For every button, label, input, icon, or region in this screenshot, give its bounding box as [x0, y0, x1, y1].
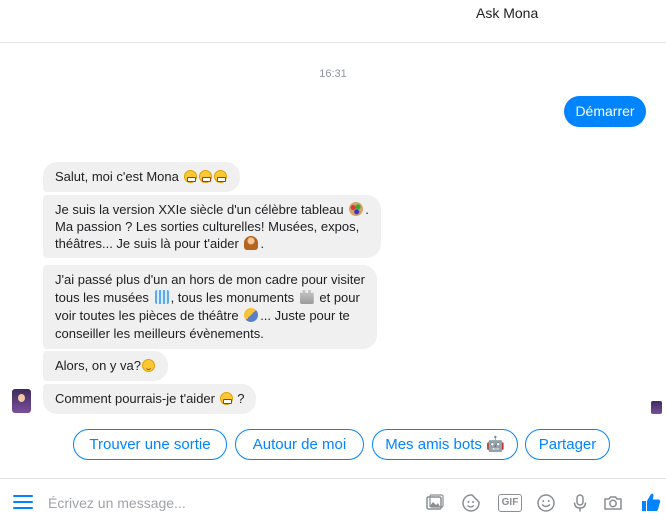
message-text: tous les musées — [55, 290, 149, 305]
chat-title: Ask Mona — [476, 5, 539, 21]
quick-reply-mes-amis-bots[interactable]: Mes amis bots 🤖 — [372, 429, 518, 460]
woman-raising-hand-emoji-icon — [244, 236, 259, 250]
wink-emoji-icon — [142, 359, 155, 372]
message-text: et pour — [319, 290, 360, 305]
grin-emoji-icon — [219, 392, 233, 405]
bot-message-lets-go: Alors, on y va? — [43, 351, 168, 381]
message-text: . — [260, 236, 265, 251]
sticker-icon[interactable] — [461, 493, 481, 513]
message-composer: GIF — [0, 478, 666, 524]
seen-indicator-avatar — [651, 401, 662, 414]
bot-message-question: Comment pourrais-je t'aider ? — [43, 384, 257, 414]
bot-message-story: J'ai passé plus d'un an hors de mon cadr… — [43, 265, 377, 349]
user-message-demarrer: Démarrer — [564, 96, 646, 127]
museum-emoji-icon — [154, 290, 169, 304]
message-timestamp: 16:31 — [319, 68, 347, 80]
message-input[interactable] — [48, 493, 348, 513]
message-text: Ma passion ? Les sorties culturelles! Mu… — [55, 219, 360, 234]
bot-message-greeting: Salut, moi c'est Mona — [43, 162, 240, 192]
quick-reply-autour-de-moi[interactable]: Autour de moi — [235, 429, 364, 460]
message-text: ? — [237, 391, 245, 406]
thumbs-up-icon[interactable] — [640, 491, 662, 513]
message-text: Je suis la version XXIe siècle d'un célè… — [55, 202, 344, 217]
image-icon[interactable] — [425, 493, 445, 513]
grin-emoji-icon — [183, 170, 197, 183]
message-text: voir toutes les pièces de théâtre — [55, 308, 239, 323]
palette-emoji-icon — [349, 202, 364, 216]
microphone-icon[interactable] — [570, 493, 590, 513]
message-text: , tous les monuments — [170, 290, 295, 305]
grin-emoji-icon — [213, 170, 227, 183]
message-text: Comment pourrais-je t'aider — [55, 391, 215, 406]
message-text: théâtres... Je suis là pour t'aider — [55, 236, 239, 251]
quick-reply-trouver-une-sortie[interactable]: Trouver une sortie — [73, 429, 227, 460]
bot-avatar — [12, 389, 31, 413]
quick-reply-partager[interactable]: Partager — [525, 429, 610, 460]
emoji-icon[interactable] — [536, 493, 556, 513]
theater-masks-emoji-icon — [244, 308, 259, 322]
message-text: ... Juste pour te — [260, 308, 350, 323]
camera-icon[interactable] — [603, 493, 623, 513]
chat-header: Ask Mona — [0, 0, 666, 43]
message-text: Salut, moi c'est Mona — [55, 169, 179, 184]
menu-icon[interactable] — [13, 495, 33, 509]
message-text: J'ai passé plus d'un an hors de mon cadr… — [55, 272, 365, 287]
bot-message-intro: Je suis la version XXIe siècle d'un célè… — [43, 195, 381, 258]
message-text: Alors, on y va? — [55, 358, 141, 373]
grin-emoji-icon — [198, 170, 212, 183]
quick-replies: Trouver une sortie Autour de moi Mes ami… — [0, 429, 666, 462]
castle-emoji-icon — [299, 290, 314, 304]
gif-icon[interactable]: GIF — [498, 494, 522, 512]
message-text: conseiller les meilleurs évènements. — [55, 326, 264, 341]
